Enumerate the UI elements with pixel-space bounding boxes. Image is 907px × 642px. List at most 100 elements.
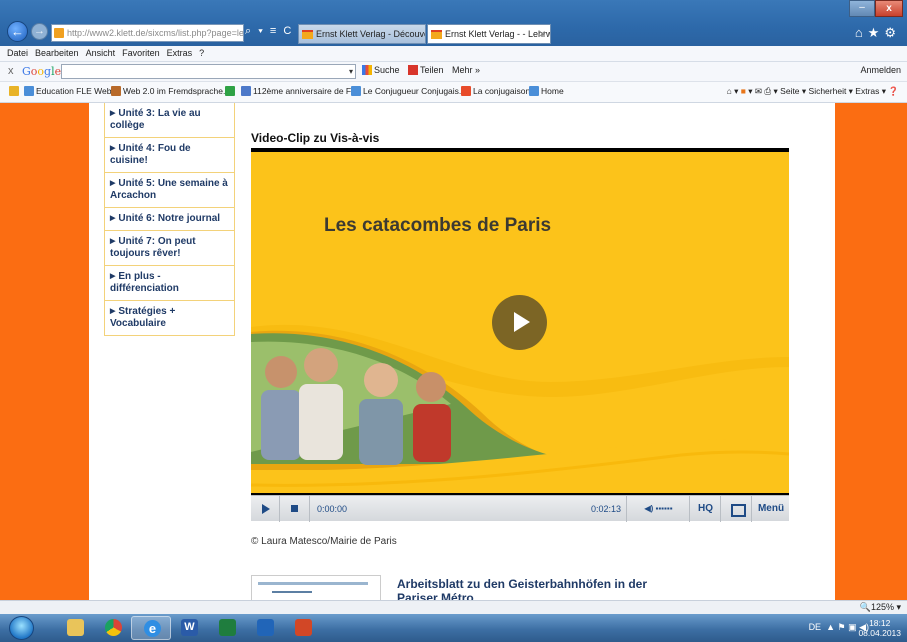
taskbar-internet-explorer[interactable]: e bbox=[131, 616, 171, 640]
chrome-icon bbox=[105, 619, 122, 636]
google-logo: Google bbox=[22, 65, 62, 78]
tab-close-icon[interactable]: ✕ bbox=[538, 25, 546, 43]
favorites-star-icon[interactable] bbox=[9, 86, 21, 96]
triangle-right-icon: ▶ bbox=[110, 180, 116, 187]
favorite-link[interactable]: Home bbox=[529, 86, 564, 96]
nav-item-unite-3[interactable]: ▶ Unité 3: La vie au collège bbox=[105, 103, 234, 138]
taskbar-chrome[interactable] bbox=[93, 616, 133, 640]
rss-icon[interactable]: ■ bbox=[741, 86, 746, 96]
home-icon[interactable]: ⌂ bbox=[727, 86, 732, 96]
favorite-link[interactable]: Education FLE Web 2 bbox=[24, 86, 119, 96]
favorite-link[interactable]: Web 2.0 im Fremdsprache... bbox=[111, 86, 230, 96]
page-icon bbox=[529, 86, 539, 96]
nav-item-unite-5[interactable]: ▶ Unité 5: Une semaine à Arcachon bbox=[105, 173, 234, 208]
address-text: http://www2.klett.de/sixcms/list.php?pag… bbox=[67, 28, 244, 38]
mail-icon[interactable]: ✉ bbox=[755, 86, 762, 96]
nav-item-unite-4[interactable]: ▶ Unité 4: Fou de cuisine! bbox=[105, 138, 234, 173]
word-icon: W bbox=[181, 619, 198, 636]
favorites-bar: Education FLE Web 2 Web 2.0 im Fremdspra… bbox=[0, 82, 907, 103]
video-player: Les catacombes de Paris 0:00:00 0:02:13 … bbox=[251, 148, 789, 522]
google-share-button[interactable]: Teilen bbox=[408, 65, 444, 75]
tab-label: Ernst Klett Verlag - - Lehrwe... bbox=[445, 29, 550, 39]
back-button[interactable]: ← bbox=[7, 21, 28, 42]
menu-ansicht[interactable]: Ansicht bbox=[86, 46, 116, 61]
player-controls: 0:00:00 0:02:13 ◀) ▪▪▪▪▪▪ HQ Menü bbox=[251, 495, 789, 522]
play-icon[interactable] bbox=[251, 496, 280, 522]
search-icon bbox=[362, 65, 372, 75]
page-icon bbox=[351, 86, 361, 96]
play-overlay-button[interactable] bbox=[492, 295, 547, 350]
taskbar-explorer[interactable] bbox=[55, 616, 95, 640]
clock-time: 18:12 bbox=[869, 618, 891, 628]
command-bar[interactable]: ⌂ ▾ ■ ▾ ✉ ⎙ ▾ Seite ▾ Sicherheit ▾ Extra… bbox=[727, 86, 899, 97]
favicon-icon bbox=[111, 86, 121, 96]
taskbar-excel[interactable] bbox=[207, 616, 247, 640]
klett-favicon-icon bbox=[431, 30, 442, 39]
volume-icon[interactable]: ◀) ▪▪▪▪▪▪ bbox=[628, 496, 690, 522]
tab-decouverte[interactable]: Ernst Klett Verlag - Découverte... bbox=[298, 24, 426, 44]
menu-datei[interactable]: Datei bbox=[7, 46, 28, 61]
stop-icon[interactable] bbox=[280, 496, 310, 522]
worksheet-thumbnail[interactable] bbox=[251, 575, 381, 600]
hq-button[interactable]: HQ bbox=[691, 496, 721, 522]
video-frame[interactable]: Les catacombes de Paris bbox=[251, 152, 789, 493]
taskbar-powerpoint[interactable] bbox=[283, 616, 323, 640]
nav-item-strategies[interactable]: ▶ Stratégies + Vocabulaire bbox=[105, 301, 234, 336]
share-label: Teilen bbox=[420, 65, 444, 75]
triangle-right-icon: ▶ bbox=[110, 308, 116, 315]
favorite-link[interactable]: La conjugaison bbox=[461, 86, 530, 96]
worksheet-link[interactable]: Arbeitsblatt zu den Geisterbahnhöfen in … bbox=[397, 577, 657, 600]
close-window-button[interactable]: x bbox=[875, 0, 903, 17]
google-more-button[interactable]: Mehr » bbox=[452, 65, 480, 75]
tab-label: Ernst Klett Verlag - Découverte... bbox=[316, 29, 425, 39]
favorite-link[interactable]: Le Conjugueur Conjugais... bbox=[351, 86, 466, 96]
klett-favicon-icon bbox=[302, 30, 313, 39]
fullscreen-icon[interactable] bbox=[722, 496, 752, 522]
windows-taskbar: e W DE ▲ ⚑ ▣ ◀) 18:12 08.04.2013 bbox=[0, 614, 907, 642]
zoom-level[interactable]: 🔍125% ▾ bbox=[860, 602, 901, 613]
home-favorites-tools-icons[interactable]: ⌂★⚙ bbox=[855, 25, 901, 41]
internet-explorer-icon: e bbox=[144, 620, 161, 637]
video-headline: Les catacombes de Paris bbox=[324, 215, 552, 236]
forward-button[interactable]: → bbox=[31, 23, 48, 40]
favicon-icon bbox=[241, 86, 251, 96]
minimize-button[interactable]: – bbox=[849, 0, 875, 17]
excel-icon bbox=[219, 619, 236, 636]
control-divider bbox=[626, 496, 627, 522]
google-signin-link[interactable]: Anmelden bbox=[860, 65, 901, 75]
window-controls: – x bbox=[849, 0, 903, 17]
address-bar[interactable]: http://www2.klett.de/sixcms/list.php?pag… bbox=[51, 24, 244, 42]
clock-date: 08.04.2013 bbox=[858, 628, 901, 638]
print-icon[interactable]: ⎙ bbox=[764, 86, 771, 96]
browser-title-bar: ← → http://www2.klett.de/sixcms/list.php… bbox=[0, 0, 907, 46]
menu-bar: Datei Bearbeiten Ansicht Favoriten Extras? bbox=[0, 46, 907, 62]
menu-favoriten[interactable]: Favoriten bbox=[122, 46, 160, 61]
favorite-link[interactable] bbox=[225, 86, 237, 96]
tab-lehrwerk[interactable]: Ernst Klett Verlag - - Lehrwe... ✕ bbox=[427, 24, 551, 44]
toolbar-close-icon[interactable]: x bbox=[8, 65, 14, 77]
player-menu-button[interactable]: Menü bbox=[753, 496, 789, 522]
help-icon[interactable]: ❓ bbox=[888, 86, 899, 96]
google-search-input[interactable]: ▾ bbox=[61, 64, 356, 79]
command-menus[interactable]: Seite ▾ Sicherheit ▾ Extras ▾ bbox=[780, 86, 886, 96]
favorite-link[interactable]: 112ème anniversaire de Fr... bbox=[241, 86, 361, 96]
menu-bearbeiten[interactable]: Bearbeiten bbox=[35, 46, 79, 61]
language-indicator[interactable]: DE bbox=[809, 622, 822, 632]
triangle-right-icon: ▶ bbox=[110, 238, 116, 245]
menu-extras[interactable]: Extras bbox=[167, 46, 193, 61]
video-credit: © Laura Matesco/Mairie de Paris bbox=[251, 536, 397, 547]
taskbar-media-player[interactable] bbox=[245, 616, 285, 640]
nav-item-unite-7[interactable]: ▶ Unité 7: On peut toujours rêver! bbox=[105, 231, 234, 266]
triangle-right-icon: ▶ bbox=[110, 145, 116, 152]
google-search-button[interactable]: Suche bbox=[362, 65, 400, 75]
folder-icon bbox=[67, 619, 84, 636]
triangle-right-icon: ▶ bbox=[110, 215, 116, 222]
current-time: 0:00:00 bbox=[317, 504, 348, 514]
nav-item-unite-6[interactable]: ▶ Unité 6: Notre journal bbox=[105, 208, 234, 231]
menu-help[interactable]: ? bbox=[199, 46, 204, 61]
start-button[interactable] bbox=[9, 616, 34, 640]
chevron-down-icon[interactable]: ▾ bbox=[349, 65, 353, 78]
taskbar-word[interactable]: W bbox=[169, 616, 209, 640]
clock[interactable]: 18:12 08.04.2013 bbox=[858, 618, 901, 638]
nav-item-en-plus[interactable]: ▶ En plus - différenciation bbox=[105, 266, 234, 301]
